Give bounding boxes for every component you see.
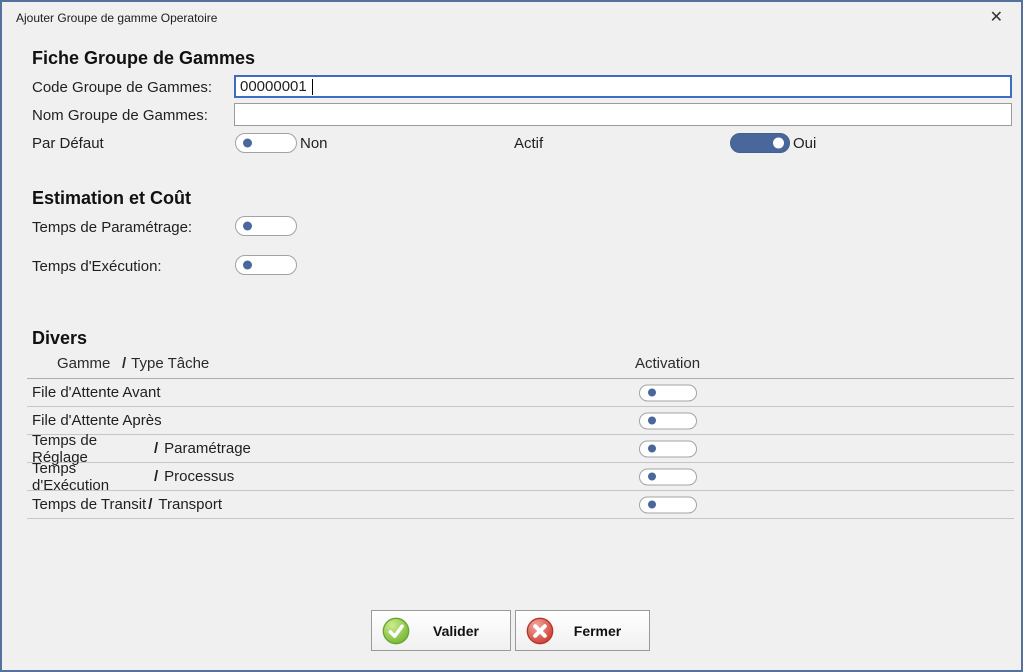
row-name: Temps d'Exécution [27,460,152,494]
column-type-tache: Type Tâche [131,355,209,372]
par-defaut-label: Par Défaut [32,135,104,152]
table-row-file-attente-avant: File d'Attente Avant [27,379,1014,407]
table-row-temps-transit: Temps de Transit / Transport [27,491,1014,519]
activation-toggle-temps-reglage[interactable] [639,440,697,457]
close-icon[interactable]: ✕ [990,8,1003,28]
activation-toggle-temps-execution[interactable] [639,468,697,485]
close-circle-icon [526,617,554,645]
actif-state: Oui [793,135,816,152]
fermer-label: Fermer [554,623,649,639]
actif-label: Actif [514,135,543,152]
fiche-section-heading: Fiche Groupe de Gammes [32,48,255,69]
check-icon [382,617,410,645]
activation-toggle-temps-transit[interactable] [639,496,697,513]
row-separator: / [154,440,158,457]
estimation-section-heading: Estimation et Coût [32,188,191,209]
temps-parametrage-label: Temps de Paramétrage: [32,219,192,236]
column-gamme: Gamme [57,355,122,372]
activation-toggle-file-attente-apres[interactable] [639,412,697,429]
nom-input[interactable] [234,103,1012,126]
table-row-temps-execution: Temps d'Exécution / Processus [27,463,1014,491]
code-label: Code Groupe de Gammes: [32,79,212,96]
row-type: Processus [164,468,234,485]
divers-table-header: Gamme/ Type Tâche Activation [27,355,1014,379]
nom-label: Nom Groupe de Gammes: [32,107,208,124]
par-defaut-toggle[interactable] [235,133,297,153]
row-name: File d'Attente Après [27,412,162,429]
valider-button[interactable]: Valider [371,610,511,651]
valider-label: Valider [410,623,510,639]
temps-execution-toggle[interactable] [235,255,297,275]
actif-toggle[interactable] [730,133,790,153]
row-type: Transport [158,496,222,513]
dialog-window: Ajouter Groupe de gamme Operatoire ✕ Fic… [0,0,1023,672]
row-name: Temps de Transit [27,496,146,513]
temps-execution-label: Temps d'Exécution: [32,258,162,275]
window-title: Ajouter Groupe de gamme Operatoire [16,11,217,25]
table-row-file-attente-apres: File d'Attente Après [27,407,1014,435]
temps-parametrage-toggle[interactable] [235,216,297,236]
row-separator: / [154,468,158,485]
divers-section-heading: Divers [32,328,87,349]
par-defaut-state: Non [300,135,328,152]
code-input[interactable]: 00000001 [234,75,1012,98]
table-row-temps-reglage: Temps de Réglage / Paramétrage [27,435,1014,463]
code-value: 00000001 [240,78,307,95]
row-name: File d'Attente Avant [27,384,161,401]
column-activation: Activation [635,355,700,372]
activation-toggle-file-attente-avant[interactable] [639,384,697,401]
fermer-button[interactable]: Fermer [515,610,650,651]
row-separator: / [148,496,152,513]
text-caret [312,79,313,95]
title-bar: Ajouter Groupe de gamme Operatoire ✕ [2,2,1021,34]
column-separator: / [122,355,126,372]
row-type: Paramétrage [164,440,251,457]
